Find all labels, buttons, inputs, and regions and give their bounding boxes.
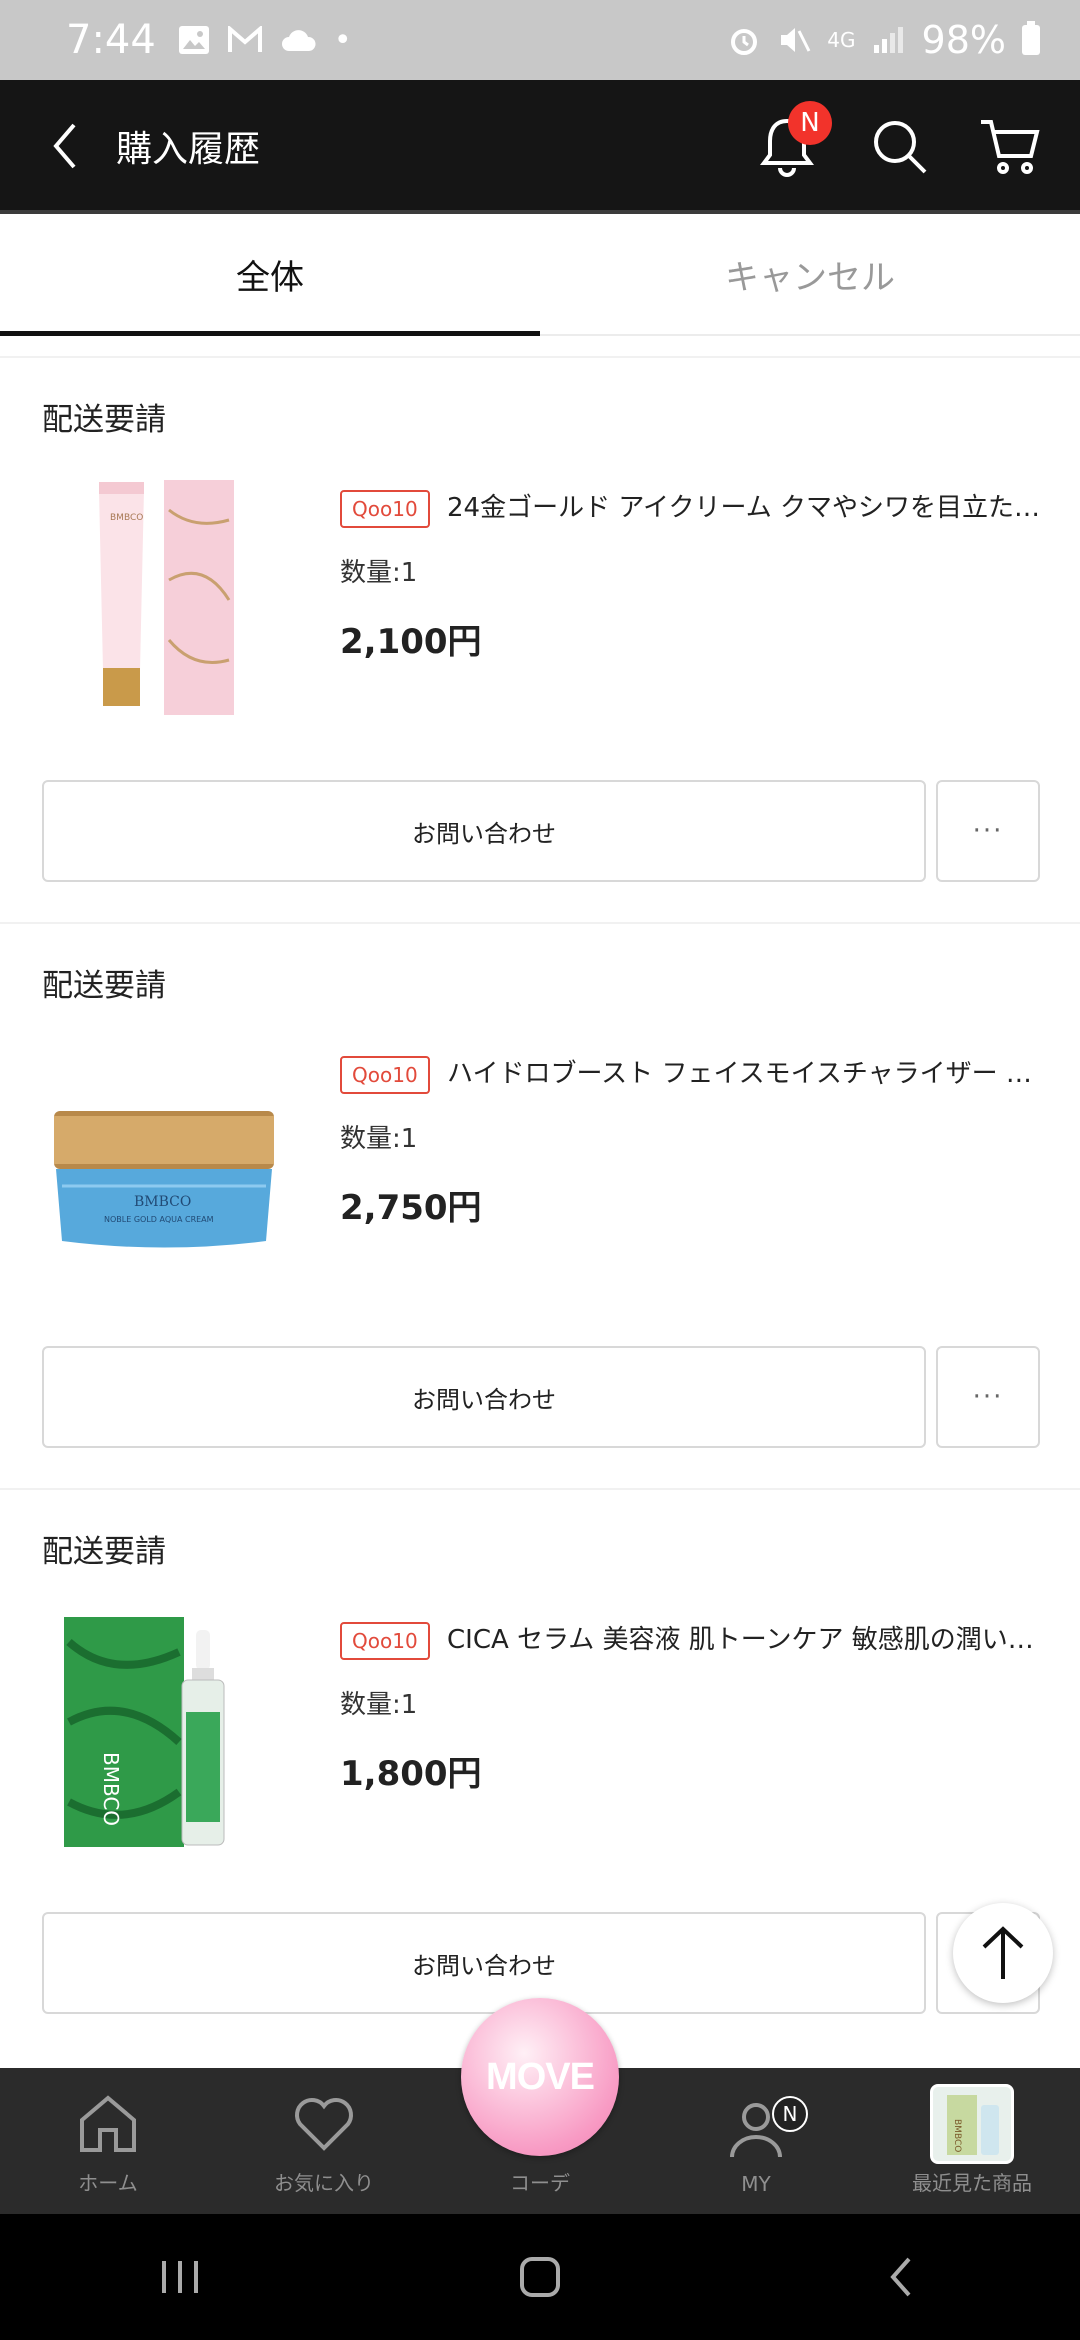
product-image[interactable]: BMBCO (44, 470, 284, 720)
more-options-button[interactable]: ··· (936, 1346, 1040, 1448)
mail-icon (227, 26, 262, 52)
move-logo: MOVE (486, 2055, 595, 2098)
product-name[interactable]: ハイドロブースト フェイスモイスチャライザー 水分クリーム (447, 1054, 1042, 1094)
tab-bar: 全体 キャンセル (0, 214, 1080, 336)
notification-badge: N (788, 101, 832, 145)
page-title: 購入履歴 (116, 129, 261, 170)
product-name[interactable]: 24金ゴールド アイクリーム クマやシワを目立たなくする (447, 488, 1042, 528)
quantity: 数量:1 (340, 1690, 418, 1720)
notification-button[interactable]: N (748, 101, 832, 185)
battery-icon (1022, 21, 1040, 55)
nav-coordinate-label: コーデ (510, 2171, 570, 2195)
nav-favorites-label: お気に入り (274, 2171, 374, 2195)
tab-cancel[interactable]: キャンセル (540, 214, 1080, 334)
tab-all[interactable]: 全体 (0, 214, 540, 336)
product-image[interactable]: BMBCO (44, 1602, 284, 1852)
price: 2,100円 (340, 622, 482, 662)
eye-cream-product-image: BMBCO (99, 480, 234, 715)
cart-button[interactable] (972, 107, 1050, 185)
quantity: 数量:1 (340, 1124, 418, 1154)
recent-product-image: BMBCO (947, 2095, 999, 2155)
nav-my-label: MY (741, 2172, 771, 2196)
svg-text:BMBCO: BMBCO (99, 1752, 123, 1826)
cream-jar-product-image: BMBCO NOBLE GOLD AQUA CREAM (54, 1111, 274, 1248)
signal-icon (873, 27, 903, 53)
nav-recent[interactable]: BMBCO 最近見た商品 (864, 2068, 1080, 2214)
status-notification-icons: • (178, 23, 352, 58)
product-image[interactable]: BMBCO NOBLE GOLD AQUA CREAM (44, 1036, 284, 1286)
network-type: 4G (827, 28, 856, 52)
cart-icon (981, 120, 1040, 174)
status-bar: 7:44 • 4G 98% (0, 0, 1080, 80)
nav-home-label: ホーム (78, 2171, 138, 2195)
dot-icon: • (333, 22, 352, 58)
seller-badge: Qoo10 (340, 1056, 430, 1094)
more-options-button[interactable]: ··· (936, 780, 1040, 882)
chevron-left-icon (890, 2257, 911, 2297)
home-icon (80, 2095, 136, 2152)
home-system-button[interactable] (480, 2237, 600, 2317)
move-button[interactable]: MOVE (461, 1998, 619, 2156)
back-button[interactable] (20, 80, 110, 212)
scroll-to-top-button[interactable] (953, 1903, 1053, 2003)
inquiry-button[interactable]: お問い合わせ (42, 1346, 926, 1448)
arrow-up-icon (982, 1926, 1024, 1979)
my-badge: N (772, 2096, 808, 2132)
search-icon (874, 121, 927, 174)
order-item: 配送要請 BMBCO Qoo10 CICA セラム 美容液 肌トーンケア 敏感肌… (0, 1488, 1080, 2054)
seller-badge: Qoo10 (340, 1622, 430, 1660)
svg-text:BMBCO: BMBCO (134, 1194, 191, 1210)
nav-my[interactable]: N MY (648, 2068, 864, 2214)
recent-apps-button[interactable] (120, 2237, 240, 2317)
system-navigation-bar (0, 2214, 1080, 2340)
cloud-icon (281, 30, 316, 51)
quantity: 数量:1 (340, 558, 418, 588)
home-square-icon (520, 2257, 560, 2297)
price: 1,800円 (340, 1754, 482, 1794)
nav-recent-label: 最近見た商品 (912, 2171, 1032, 2195)
svg-text:NOBLE GOLD AQUA CREAM: NOBLE GOLD AQUA CREAM (104, 1215, 214, 1224)
nav-favorites[interactable]: お気に入り (216, 2068, 432, 2214)
image-icon (178, 26, 209, 54)
svg-text:BMBCO: BMBCO (110, 513, 143, 523)
app-bar: 購入履歴 N (0, 80, 1080, 212)
alarm-icon (731, 29, 758, 55)
search-button[interactable] (860, 107, 938, 185)
heart-icon (295, 2098, 353, 2151)
mute-icon (781, 28, 811, 52)
order-item: 配送要請 BMBCO Qoo10 24金ゴールド アイクリーム クマやシワを目立… (0, 356, 1080, 922)
product-name[interactable]: CICA セラム 美容液 肌トーンケア 敏感肌の潤いケア美容液 (447, 1620, 1042, 1660)
inquiry-button[interactable]: お問い合わせ (42, 1912, 926, 2014)
svg-text:BMBCO: BMBCO (952, 2119, 962, 2152)
battery-percent: 98% (921, 18, 1006, 62)
order-status: 配送要請 (42, 402, 166, 438)
price: 2,750円 (340, 1188, 482, 1228)
recent-apps-icon (162, 2261, 198, 2293)
order-list: 配送要請 BMBCO Qoo10 24金ゴールド アイクリーム クマやシワを目立… (0, 356, 1080, 2054)
serum-product-image: BMBCO (64, 1617, 225, 1847)
status-time: 7:44 (66, 17, 156, 63)
chevron-left-icon (53, 123, 76, 169)
nav-home[interactable]: ホーム (0, 2068, 216, 2214)
recent-product-thumbnail: BMBCO (930, 2084, 1014, 2164)
back-system-button[interactable] (840, 2237, 960, 2317)
status-system-icons: 4G 98% (727, 18, 1040, 62)
order-status: 配送要請 (42, 968, 166, 1004)
inquiry-button[interactable]: お問い合わせ (42, 780, 926, 882)
order-item: 配送要請 BMBCO NOBLE GOLD AQUA CREAM Qoo10 ハ… (0, 922, 1080, 1488)
order-status: 配送要請 (42, 1534, 166, 1570)
seller-badge: Qoo10 (340, 490, 430, 528)
